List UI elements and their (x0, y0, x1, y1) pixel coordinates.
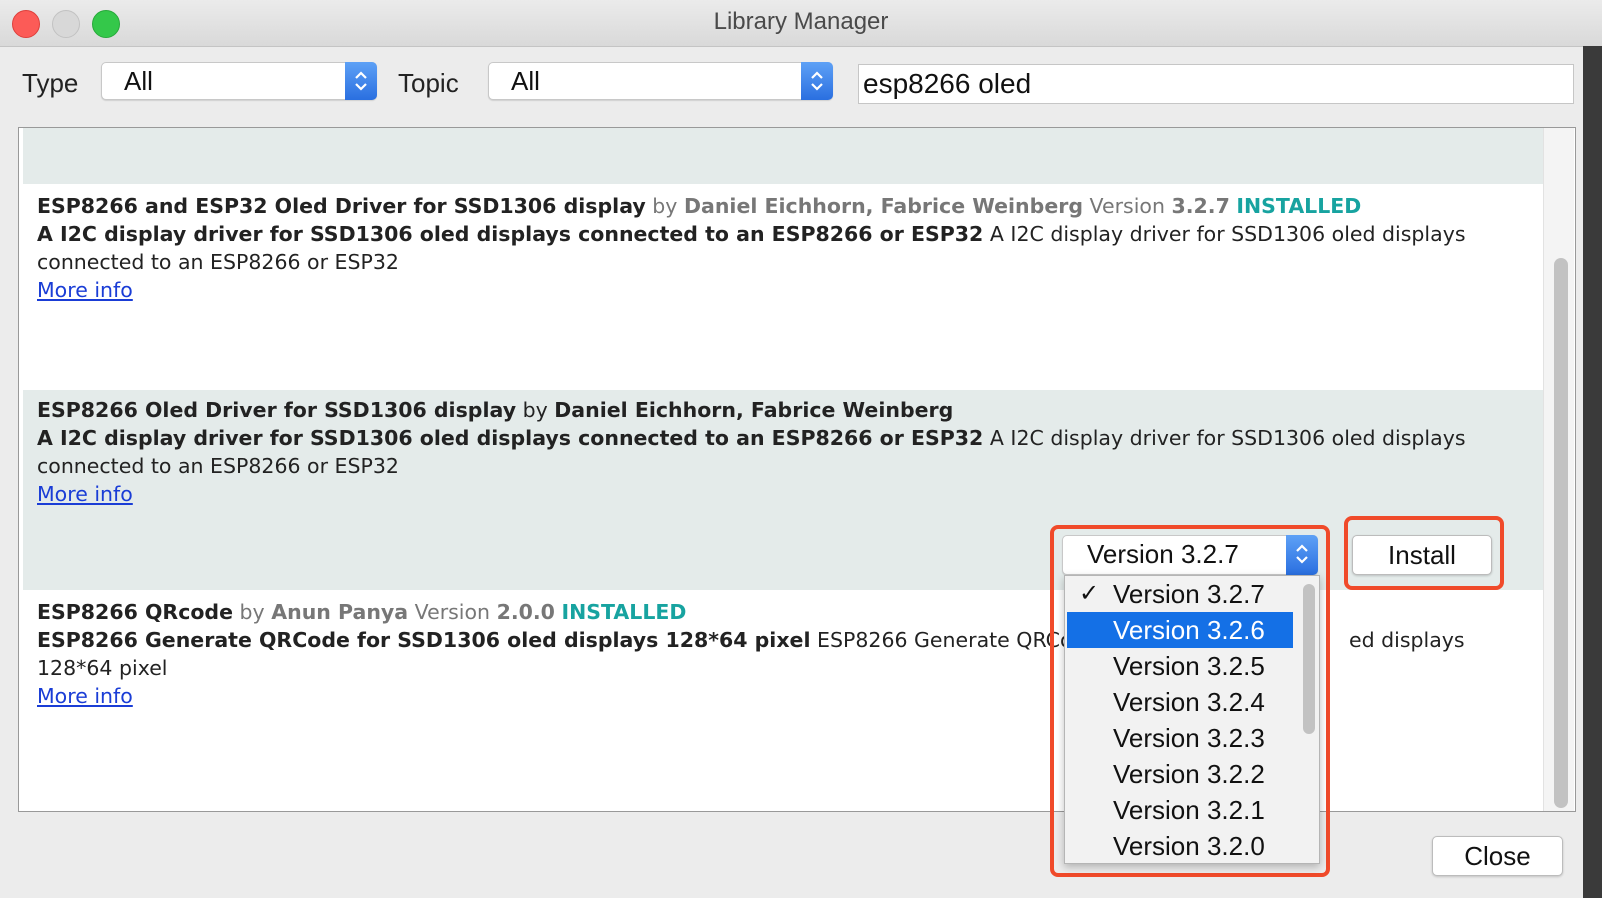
search-field[interactable] (858, 64, 1574, 104)
more-info-link[interactable]: More info (37, 684, 133, 708)
version-option[interactable]: ✓ Version 3.2.7 (1067, 576, 1293, 612)
select-stepper-icon (1286, 535, 1318, 575)
library-version: 2.0.0 (496, 600, 555, 624)
list-scroll-thumb[interactable] (1554, 258, 1568, 808)
library-author: Daniel Eichhorn, Fabrice Weinberg (683, 194, 1084, 218)
library-paragraph: A I2C display driver for SSD1306 oled di… (989, 222, 1466, 246)
window-title: Library Manager (713, 8, 889, 35)
type-select-value: All (124, 66, 153, 96)
library-version: 3.2.7 (1171, 194, 1230, 218)
version-select-value: Version 3.2.7 (1087, 539, 1239, 569)
library-version-label: Version (414, 600, 491, 624)
installed-badge: INSTALLED (561, 600, 687, 624)
select-stepper-icon (345, 62, 377, 100)
close-button[interactable]: Close (1432, 836, 1563, 876)
library-list[interactable]: ESP8266 and ESP32 Oled Driver for SSD130… (18, 127, 1576, 812)
version-dropdown[interactable]: ✓ Version 3.2.7 Version 3.2.6 Version 3.… (1064, 575, 1320, 864)
library-name: ESP8266 and ESP32 Oled Driver for SSD130… (37, 194, 646, 218)
library-by: by (652, 194, 678, 218)
list-item-partial (23, 128, 1543, 184)
type-select[interactable]: All (101, 62, 377, 100)
topic-select[interactable]: All (488, 62, 833, 100)
version-option[interactable]: Version 3.2.1 (1067, 792, 1293, 828)
more-info-link[interactable]: More info (37, 278, 133, 302)
library-by: by (522, 398, 548, 422)
type-label: Type (22, 68, 79, 98)
library-sentence: ESP8266 Generate QRCode for SSD1306 oled… (37, 628, 811, 652)
topic-label: Topic (398, 68, 459, 98)
title-bar: Library Manager (0, 0, 1602, 47)
search-input[interactable] (863, 67, 1563, 101)
checkmark-icon: ✓ (1079, 580, 1100, 607)
library-paragraph-cont: 128*64 pixel (37, 656, 168, 680)
library-paragraph-tail: ed displays (1349, 628, 1465, 652)
library-version-label: Version (1089, 194, 1165, 218)
library-name: ESP8266 QRcode (37, 600, 234, 624)
library-sentence: A I2C display driver for SSD1306 oled di… (37, 426, 984, 450)
version-option-highlighted[interactable]: Version 3.2.6 (1067, 612, 1293, 648)
library-name: ESP8266 Oled Driver for SSD1306 display (37, 398, 517, 422)
select-stepper-icon (801, 62, 833, 100)
install-button[interactable]: Install (1352, 535, 1492, 575)
list-scrollbar[interactable] (1543, 128, 1574, 811)
dropdown-scroll-thumb[interactable] (1303, 584, 1315, 734)
library-author: Daniel Eichhorn, Fabrice Weinberg (554, 398, 954, 422)
version-option[interactable]: Version 3.2.4 (1067, 684, 1293, 720)
library-by: by (239, 600, 265, 624)
more-info-link[interactable]: More info (37, 482, 133, 506)
library-paragraph: A I2C display driver for SSD1306 oled di… (989, 426, 1466, 450)
window-edge (1583, 46, 1602, 898)
library-paragraph-cont: connected to an ESP8266 or ESP32 (37, 250, 399, 274)
installed-badge: INSTALLED (1236, 194, 1362, 218)
list-item[interactable]: ESP8266 and ESP32 Oled Driver for SSD130… (23, 184, 1543, 390)
topic-select-value: All (511, 66, 540, 96)
version-option[interactable]: Version 3.2.2 (1067, 756, 1293, 792)
version-option[interactable]: Version 3.2.5 (1067, 648, 1293, 684)
dropdown-scrollbar[interactable] (1299, 576, 1319, 863)
library-author: Anun Panya (271, 600, 409, 624)
version-select[interactable]: Version 3.2.7 (1062, 535, 1318, 575)
version-option[interactable]: Version 3.2.3 (1067, 720, 1293, 756)
library-sentence: A I2C display driver for SSD1306 oled di… (37, 222, 984, 246)
version-option[interactable]: Version 3.2.0 (1067, 828, 1293, 863)
library-paragraph-cont: connected to an ESP8266 or ESP32 (37, 454, 399, 478)
